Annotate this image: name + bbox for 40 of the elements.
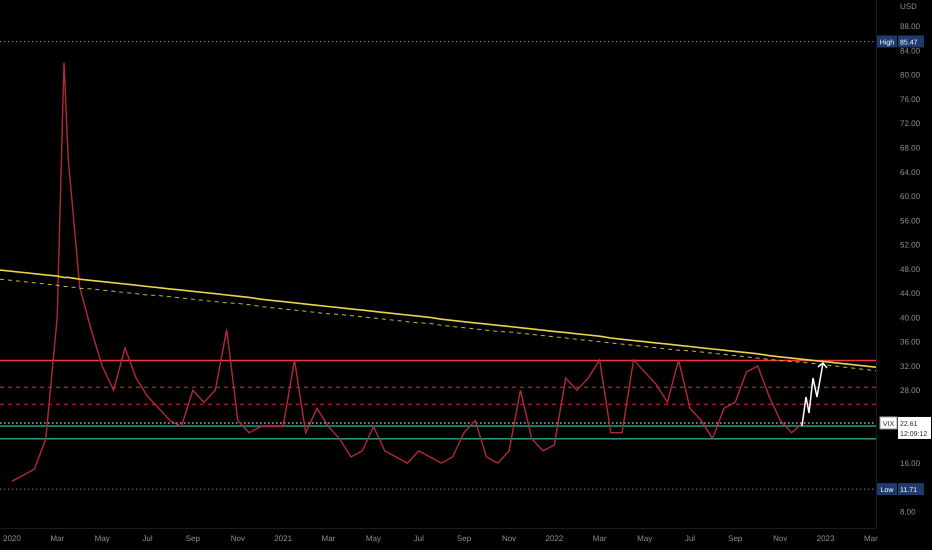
- price-tick: 68.00: [900, 143, 920, 152]
- date-tick: Sep: [456, 534, 472, 543]
- date-tick: Sep: [186, 534, 200, 543]
- price-tick: 36.00: [900, 338, 920, 347]
- date-tick: Sep: [728, 534, 742, 543]
- price-tick: 72.00: [900, 119, 920, 128]
- date-tick: May: [366, 534, 382, 543]
- date-tick: 2021: [274, 534, 292, 543]
- date-tick: Mar: [592, 534, 607, 543]
- price-tick: 60.00: [900, 192, 920, 202]
- price-tick: 84.00: [900, 46, 920, 56]
- price-tick: 52.00: [900, 240, 920, 250]
- arrow: [801, 362, 828, 426]
- price-tick: 44.00: [900, 289, 920, 298]
- date-tick: Nov: [773, 534, 788, 543]
- price-tick: 56.00: [900, 216, 920, 226]
- price-tick: 32.00: [900, 362, 920, 371]
- price-tick: 48.00: [900, 264, 920, 274]
- date-tick: Mar: [322, 534, 336, 543]
- date-tick: Jul: [414, 534, 424, 543]
- date-tick: 2022: [545, 534, 564, 543]
- price-tick: 64.00: [900, 168, 920, 177]
- date-tick: May: [94, 534, 110, 543]
- date-tick: Mar: [864, 534, 878, 543]
- price-tick: 40.00: [900, 313, 920, 322]
- axis-unit: USD: [900, 2, 917, 11]
- date-tick: Mar: [50, 534, 64, 543]
- price-tick: 8.00: [900, 508, 916, 517]
- date-tick: Nov: [230, 534, 245, 543]
- date-tick: Nov: [502, 534, 516, 543]
- date-tick: 2020: [3, 534, 21, 543]
- price-tick: 80.00: [900, 70, 920, 80]
- price-tick: 28.00: [900, 386, 920, 396]
- price-tick: 16.00: [900, 459, 920, 468]
- date-tick: 2023: [816, 534, 834, 543]
- date-tick: Jul: [684, 534, 696, 543]
- date-tick: May: [637, 534, 652, 543]
- price-tick: 88.00: [900, 22, 920, 32]
- date-tick: Jul: [142, 534, 153, 543]
- price-tick: 76.00: [900, 94, 920, 104]
